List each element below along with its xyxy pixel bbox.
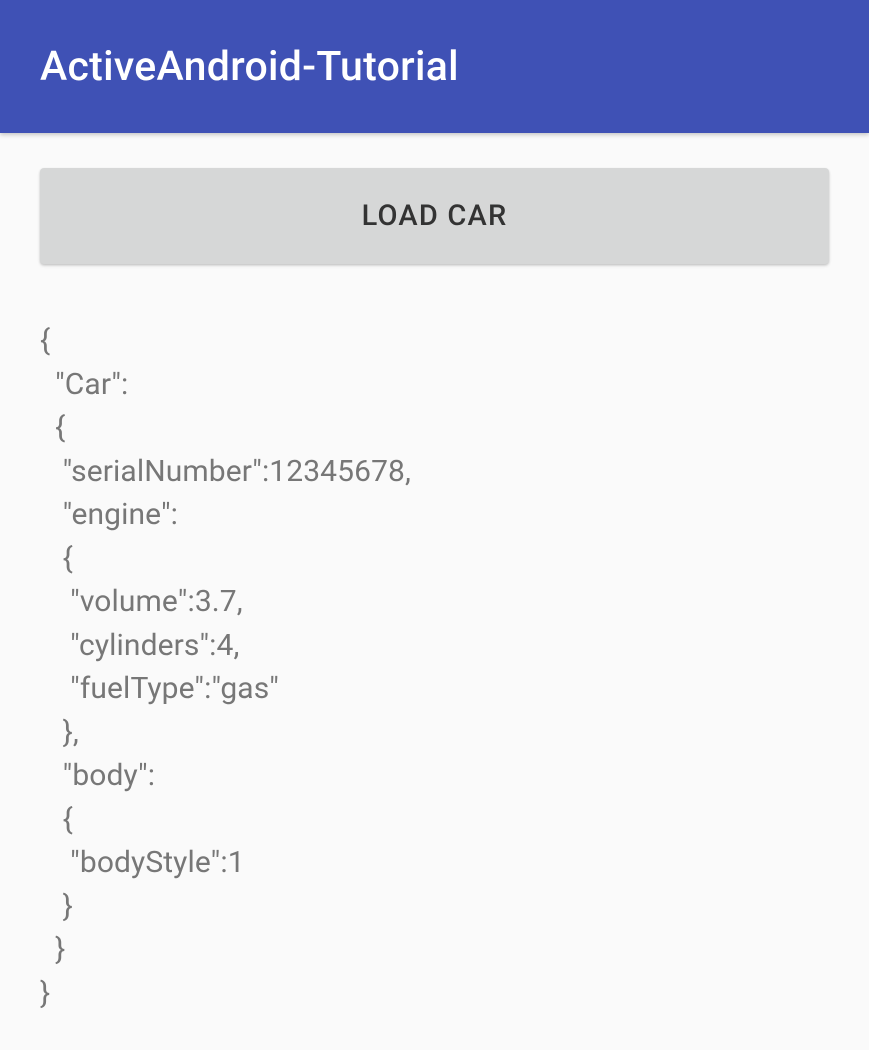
json-output-text: { "Car": { "serialNumber":12345678, "eng… xyxy=(40,319,829,1015)
load-car-button[interactable]: LOAD CAR xyxy=(40,168,829,264)
main-content: LOAD CAR { "Car": { "serialNumber":12345… xyxy=(0,133,869,1050)
app-title: ActiveAndroid-Tutorial xyxy=(40,43,459,91)
app-toolbar: ActiveAndroid-Tutorial xyxy=(0,0,869,133)
